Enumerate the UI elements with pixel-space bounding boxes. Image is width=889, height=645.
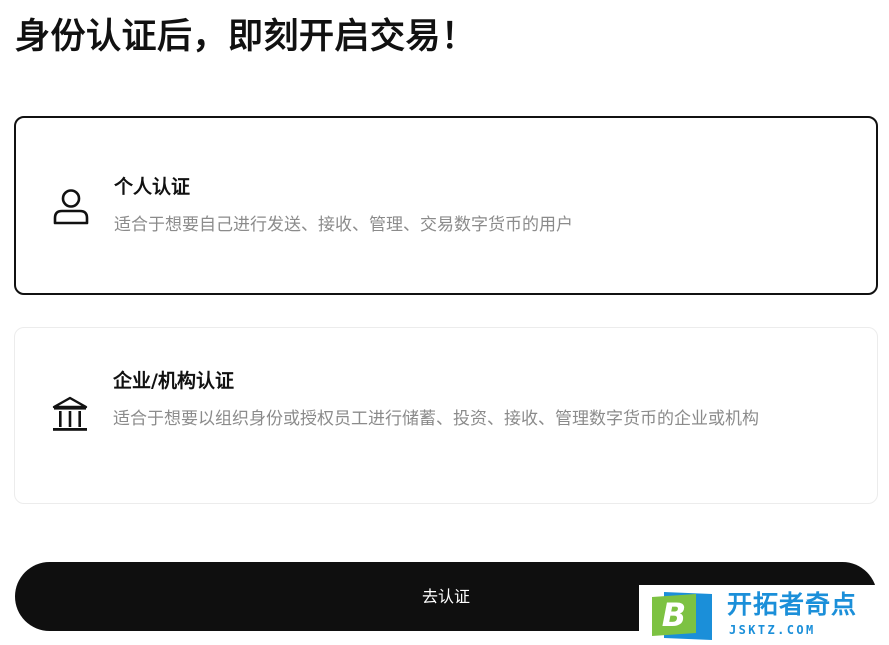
personal-option-text: 个人认证 适合于想要自己进行发送、接收、管理、交易数字货币的用户 bbox=[114, 173, 846, 241]
enterprise-verification-option[interactable]: 企业/机构认证 适合于想要以组织身份或授权员工进行储蓄、投资、接收、管理数字货币… bbox=[14, 327, 878, 504]
page-title: 身份认证后，即刻开启交易！ bbox=[15, 17, 477, 57]
personal-option-description: 适合于想要自己进行发送、接收、管理、交易数字货币的用户 bbox=[114, 215, 573, 235]
bank-icon bbox=[51, 396, 89, 434]
enterprise-option-title: 企业/机构认证 bbox=[113, 370, 234, 392]
verification-page: 身份认证后，即刻开启交易！ 个人认证 适合于想要自己进行发送、接收、管理、交易数… bbox=[0, 0, 889, 645]
b-logo-icon: B bbox=[650, 589, 714, 643]
enterprise-option-text: 企业/机构认证 适合于想要以组织身份或授权员工进行储蓄、投资、接收、管理数字货币… bbox=[113, 367, 847, 435]
personal-option-title: 个人认证 bbox=[114, 176, 191, 198]
watermark-domain: JSKTZ.COM bbox=[729, 623, 816, 637]
svg-text:B: B bbox=[662, 596, 686, 634]
watermark-name: 开拓者奇点 bbox=[727, 590, 858, 619]
personal-verification-option[interactable]: 个人认证 适合于想要自己进行发送、接收、管理、交易数字货币的用户 bbox=[14, 116, 878, 295]
site-watermark: B 开拓者奇点 JSKTZ.COM bbox=[639, 585, 889, 645]
enterprise-option-description: 适合于想要以组织身份或授权员工进行储蓄、投资、接收、管理数字货币的企业或机构 bbox=[113, 409, 759, 429]
user-icon bbox=[52, 187, 90, 225]
